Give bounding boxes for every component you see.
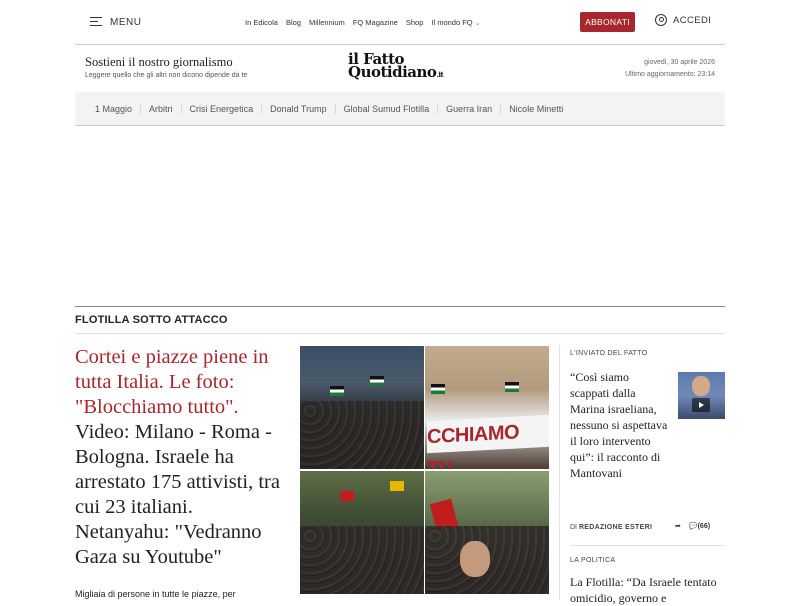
nav-il-mondo-fq[interactable]: Il mondo FQ ⌄	[431, 18, 480, 27]
column-divider	[559, 345, 560, 600]
play-icon	[692, 398, 710, 412]
hamburger-icon	[90, 17, 104, 27]
nav-shop[interactable]: Shop	[406, 18, 424, 27]
photo-night-crowd	[300, 346, 424, 469]
side-title-1[interactable]: “Così siamo scappati dalla Marina israel…	[570, 369, 670, 481]
share-icon[interactable]: ➦	[675, 522, 681, 530]
photo-banner-march: CCHIAMO TU	[425, 346, 549, 469]
logo-line2-text: Quotidiano	[348, 63, 437, 81]
support-subtitle[interactable]: Leggere quello che gli altri non dicono …	[85, 72, 247, 79]
comment-count: (66)	[697, 523, 711, 530]
comment-icon: 💬	[688, 523, 698, 530]
topics-bar: 1 Maggio Arbitri Crisi Energetica Donald…	[75, 92, 725, 126]
section-title-underline	[75, 333, 725, 334]
last-updated: Ultimo aggiornamento: 23:14	[625, 71, 715, 78]
nav-millennium[interactable]: Millennium	[309, 18, 345, 27]
side-separator	[570, 545, 725, 546]
nav-blog[interactable]: Blog	[286, 18, 301, 27]
video-thumbnail[interactable]	[678, 372, 725, 419]
menu-label: MENU	[110, 16, 142, 28]
subscribe-button[interactable]: ABBONATI	[580, 12, 635, 32]
section-divider	[75, 306, 725, 307]
main-headline-rest: Video: Milano - Roma - Bologna. Israele …	[75, 421, 280, 568]
chevron-down-icon: ⌄	[474, 19, 481, 27]
topic-arbitri[interactable]: Arbitri	[140, 103, 181, 114]
side-title-2[interactable]: La Flotilla: “Da Israele tentato omicidi…	[570, 574, 725, 606]
login-button[interactable]: ACCEDI	[655, 14, 711, 26]
side-kicker-2[interactable]: LA POLITICA	[570, 557, 725, 564]
byline-prefix: DI	[570, 524, 577, 531]
logo-line2: Quotidiano.it	[348, 63, 444, 81]
photo-crowd-flags	[300, 471, 424, 594]
side-story-2: LA POLITICA La Flotilla: “Da Israele ten…	[570, 557, 725, 606]
support-title[interactable]: Sostieni il nostro giornalismo	[85, 55, 233, 70]
site-logo[interactable]: il Fatto Quotidiano.it	[348, 50, 458, 90]
topic-nicole-minetti[interactable]: Nicole Minetti	[500, 103, 571, 114]
byline: DI REDAZIONE ESTERI	[570, 524, 652, 531]
logo-suffix: .it	[436, 70, 444, 79]
nav-fq-magazine[interactable]: FQ Magazine	[353, 18, 398, 27]
side-story-1: L'INVIATO DEL FATTO “Così siamo scappati…	[570, 350, 725, 550]
byline-author[interactable]: REDAZIONE ESTERI	[579, 524, 652, 531]
masthead: Sostieni il nostro giornalismo Leggere q…	[75, 44, 725, 94]
topic-guerra-iran[interactable]: Guerra Iran	[437, 103, 500, 114]
section-title[interactable]: FLOTILLA SOTTO ATTACCO	[75, 314, 725, 326]
photo-collage[interactable]: CCHIAMO TU	[300, 346, 549, 594]
main-headline-red: Cortei e piazze piene in tutta Italia. L…	[75, 346, 269, 418]
comments-button[interactable]: 💬(66)	[689, 522, 710, 530]
menu-button[interactable]: MENU	[90, 17, 141, 28]
nav-il-mondo-fq-label: Il mondo FQ	[431, 17, 473, 27]
topic-crisi-energetica[interactable]: Crisi Energetica	[180, 103, 262, 114]
current-date: giovedì, 30 aprile 2026	[644, 59, 715, 66]
top-bar: MENU In Edicola Blog Millennium FQ Magaz…	[75, 0, 725, 44]
topic-1-maggio[interactable]: 1 Maggio	[95, 104, 140, 114]
photo-banner-text: CCHIAMO TU	[427, 414, 549, 469]
nav-in-edicola[interactable]: In Edicola	[245, 18, 278, 27]
top-nav: In Edicola Blog Millennium FQ Magazine S…	[245, 18, 481, 27]
side-kicker-1[interactable]: L'INVIATO DEL FATTO	[570, 350, 725, 357]
user-icon	[655, 14, 667, 26]
photo-protesters	[425, 471, 549, 594]
topic-global-sumud-flotilla[interactable]: Global Sumud Flotilla	[334, 103, 438, 114]
main-headline[interactable]: Cortei e piazze piene in tutta Italia. L…	[75, 345, 290, 570]
date-box: giovedì, 30 aprile 2026 Ultimo aggiornam…	[625, 57, 715, 81]
login-label: ACCEDI	[673, 14, 712, 26]
topic-donald-trump[interactable]: Donald Trump	[261, 103, 335, 114]
main-lede[interactable]: Migliaia di persone in tutte le piazze, …	[75, 589, 236, 599]
byline-actions: ➦ 💬(66)	[675, 522, 710, 530]
